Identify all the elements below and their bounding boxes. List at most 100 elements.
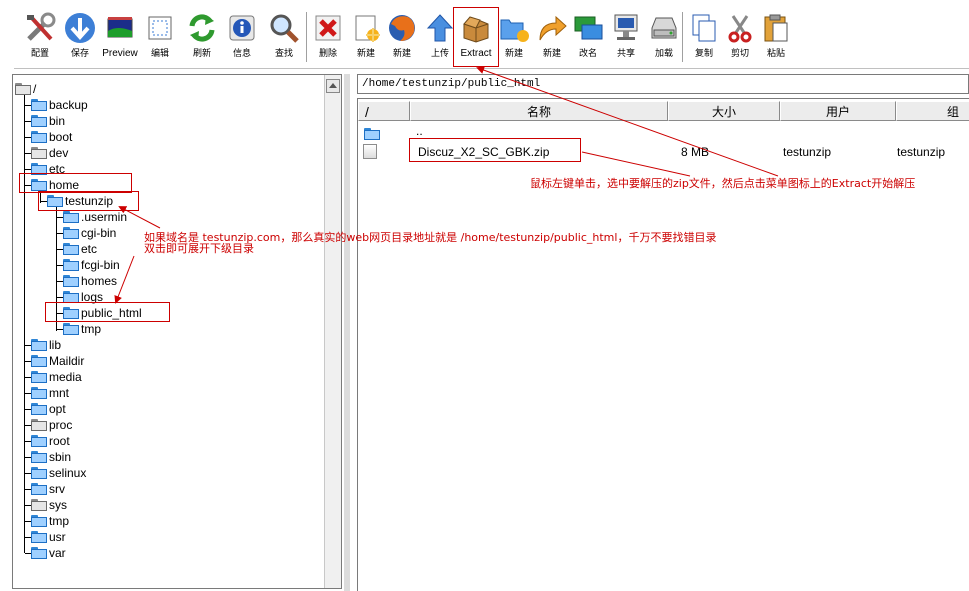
- button-label: Preview: [102, 48, 138, 59]
- folder-icon: [31, 131, 47, 143]
- path-field[interactable]: /home/testunzip/public_html: [357, 74, 969, 94]
- rename-icon: [568, 8, 608, 48]
- preview-icon: [100, 8, 140, 48]
- folder-icon: [31, 99, 47, 111]
- tree-item-selinux[interactable]: selinux: [25, 465, 86, 481]
- tree-item-bin[interactable]: bin: [25, 113, 65, 129]
- column-user-label: 用户: [825, 105, 850, 119]
- folder-icon: [31, 547, 47, 559]
- folder-icon: [31, 467, 47, 479]
- button-label: 刷新: [192, 49, 211, 59]
- mount-button[interactable]: 加载: [642, 8, 686, 64]
- folder-icon: [31, 499, 47, 511]
- folder-icon: [63, 307, 79, 319]
- tree-item-label: sys: [49, 498, 67, 512]
- tree-item-sys[interactable]: sys: [25, 497, 67, 513]
- tree-item-label: public_html: [81, 306, 142, 320]
- tree-item-fcgi-bin[interactable]: fcgi-bin: [57, 257, 120, 273]
- tree-item-label: .usermin: [81, 210, 128, 224]
- info-button[interactable]: 信息: [220, 8, 264, 64]
- file-name: ..: [416, 124, 423, 138]
- folder-icon: [31, 435, 47, 447]
- preview-button[interactable]: Preview: [98, 8, 142, 64]
- tree-item-usermin[interactable]: .usermin: [57, 209, 127, 225]
- scroll-up-icon[interactable]: [326, 79, 340, 93]
- save-arrow-icon: [60, 8, 100, 48]
- tree-item-label: media: [49, 370, 82, 384]
- folder-icon: [63, 291, 79, 303]
- save-button[interactable]: 保存: [58, 8, 102, 64]
- tree-item-label: logs: [81, 290, 104, 304]
- column-group[interactable]: 组: [896, 101, 969, 121]
- button-label: 共享: [616, 49, 635, 59]
- expand-instruction: 双击即可展开下级目录: [144, 242, 254, 255]
- tree-item-label: srv: [49, 482, 65, 496]
- folder-icon: [31, 355, 47, 367]
- folder-icon: [31, 531, 47, 543]
- extract-instruction: 鼠标左键单击，选中要解压的zip文件，然后点击菜单图标上的Extract开始解压: [530, 177, 916, 190]
- tree-root[interactable]: /: [15, 81, 36, 97]
- folder-icon: [63, 243, 79, 255]
- folder-icon: [364, 128, 380, 140]
- tree-item-label: var: [49, 546, 66, 560]
- tree-item-mnt[interactable]: mnt: [25, 385, 69, 401]
- tree-item-logs[interactable]: logs: [57, 289, 103, 305]
- table-row-zip[interactable]: Discuz_X2_SC_GBK.zip 8 MB testunzip test…: [358, 143, 958, 161]
- tree-item-opt[interactable]: opt: [25, 401, 66, 417]
- button-label: 保存: [70, 49, 89, 59]
- folder-open-icon: [15, 83, 31, 95]
- tree-item-proc[interactable]: proc: [25, 417, 72, 433]
- column-name[interactable]: 名称: [410, 101, 668, 121]
- tree-item-label: tmp: [81, 322, 102, 336]
- tree-root-label: /: [33, 82, 37, 96]
- tree-item-root[interactable]: root: [25, 433, 70, 449]
- tree-item-home[interactable]: home: [25, 177, 79, 193]
- tree-item-label: etc: [49, 162, 66, 176]
- tree-scrollbar[interactable]: [324, 75, 341, 588]
- column-sort[interactable]: /: [358, 101, 410, 121]
- tree-item-var[interactable]: var: [25, 545, 66, 561]
- column-size[interactable]: 大小: [668, 101, 780, 121]
- tree-item-tmp[interactable]: tmp: [25, 513, 69, 529]
- refresh-icon: [182, 8, 222, 48]
- tree-item-srv[interactable]: srv: [25, 481, 65, 497]
- directory-tree: / backup bin boot dev etc home testunzip…: [12, 74, 342, 589]
- folder-icon: [31, 403, 47, 415]
- file-group: testunzip: [897, 145, 946, 159]
- tree-item-cgi-bin[interactable]: cgi-bin: [57, 225, 116, 241]
- find-button[interactable]: 查找: [262, 8, 306, 64]
- tree-item-label: testunzip: [65, 194, 114, 208]
- folder-icon: [31, 147, 47, 159]
- column-user[interactable]: 用户: [780, 101, 896, 121]
- tree-item-label: lib: [49, 338, 62, 352]
- tree-item-tmp-sub[interactable]: tmp: [57, 321, 101, 337]
- tree-item-testunzip[interactable]: testunzip: [41, 193, 113, 209]
- tree-item-dev[interactable]: dev: [25, 145, 68, 161]
- tree-item-etc-sub[interactable]: etc: [57, 241, 97, 257]
- tree-item-label: proc: [49, 418, 73, 432]
- edit-button[interactable]: 编辑: [138, 8, 182, 64]
- refresh-button[interactable]: 刷新: [180, 8, 224, 64]
- folder-icon: [63, 259, 79, 271]
- tree-item-lib[interactable]: lib: [25, 337, 61, 353]
- table-row-parent[interactable]: ..: [358, 124, 958, 144]
- pane-splitter[interactable]: [344, 74, 350, 591]
- tree-item-label: mnt: [49, 386, 70, 400]
- tree-item-boot[interactable]: boot: [25, 129, 72, 145]
- tree-item-backup[interactable]: backup: [25, 97, 88, 113]
- tree-item-sbin[interactable]: sbin: [25, 449, 71, 465]
- tree-item-label: bin: [49, 114, 66, 128]
- sort-label: /: [365, 104, 369, 120]
- tree-item-public-html[interactable]: public_html: [57, 305, 142, 321]
- folder-icon: [63, 211, 79, 223]
- tree-item-media[interactable]: media: [25, 369, 82, 385]
- tree-item-usr[interactable]: usr: [25, 529, 66, 545]
- button-label: 配置: [30, 49, 49, 59]
- tree-item-homes[interactable]: homes: [57, 273, 117, 289]
- paste-button[interactable]: 粘贴: [754, 8, 798, 64]
- button-label: 新建: [542, 49, 561, 59]
- config-button[interactable]: 配置: [18, 8, 62, 64]
- tree-item-maildir[interactable]: Maildir: [25, 353, 84, 369]
- edit-icon: [140, 8, 180, 48]
- tree-item-etc[interactable]: etc: [25, 161, 65, 177]
